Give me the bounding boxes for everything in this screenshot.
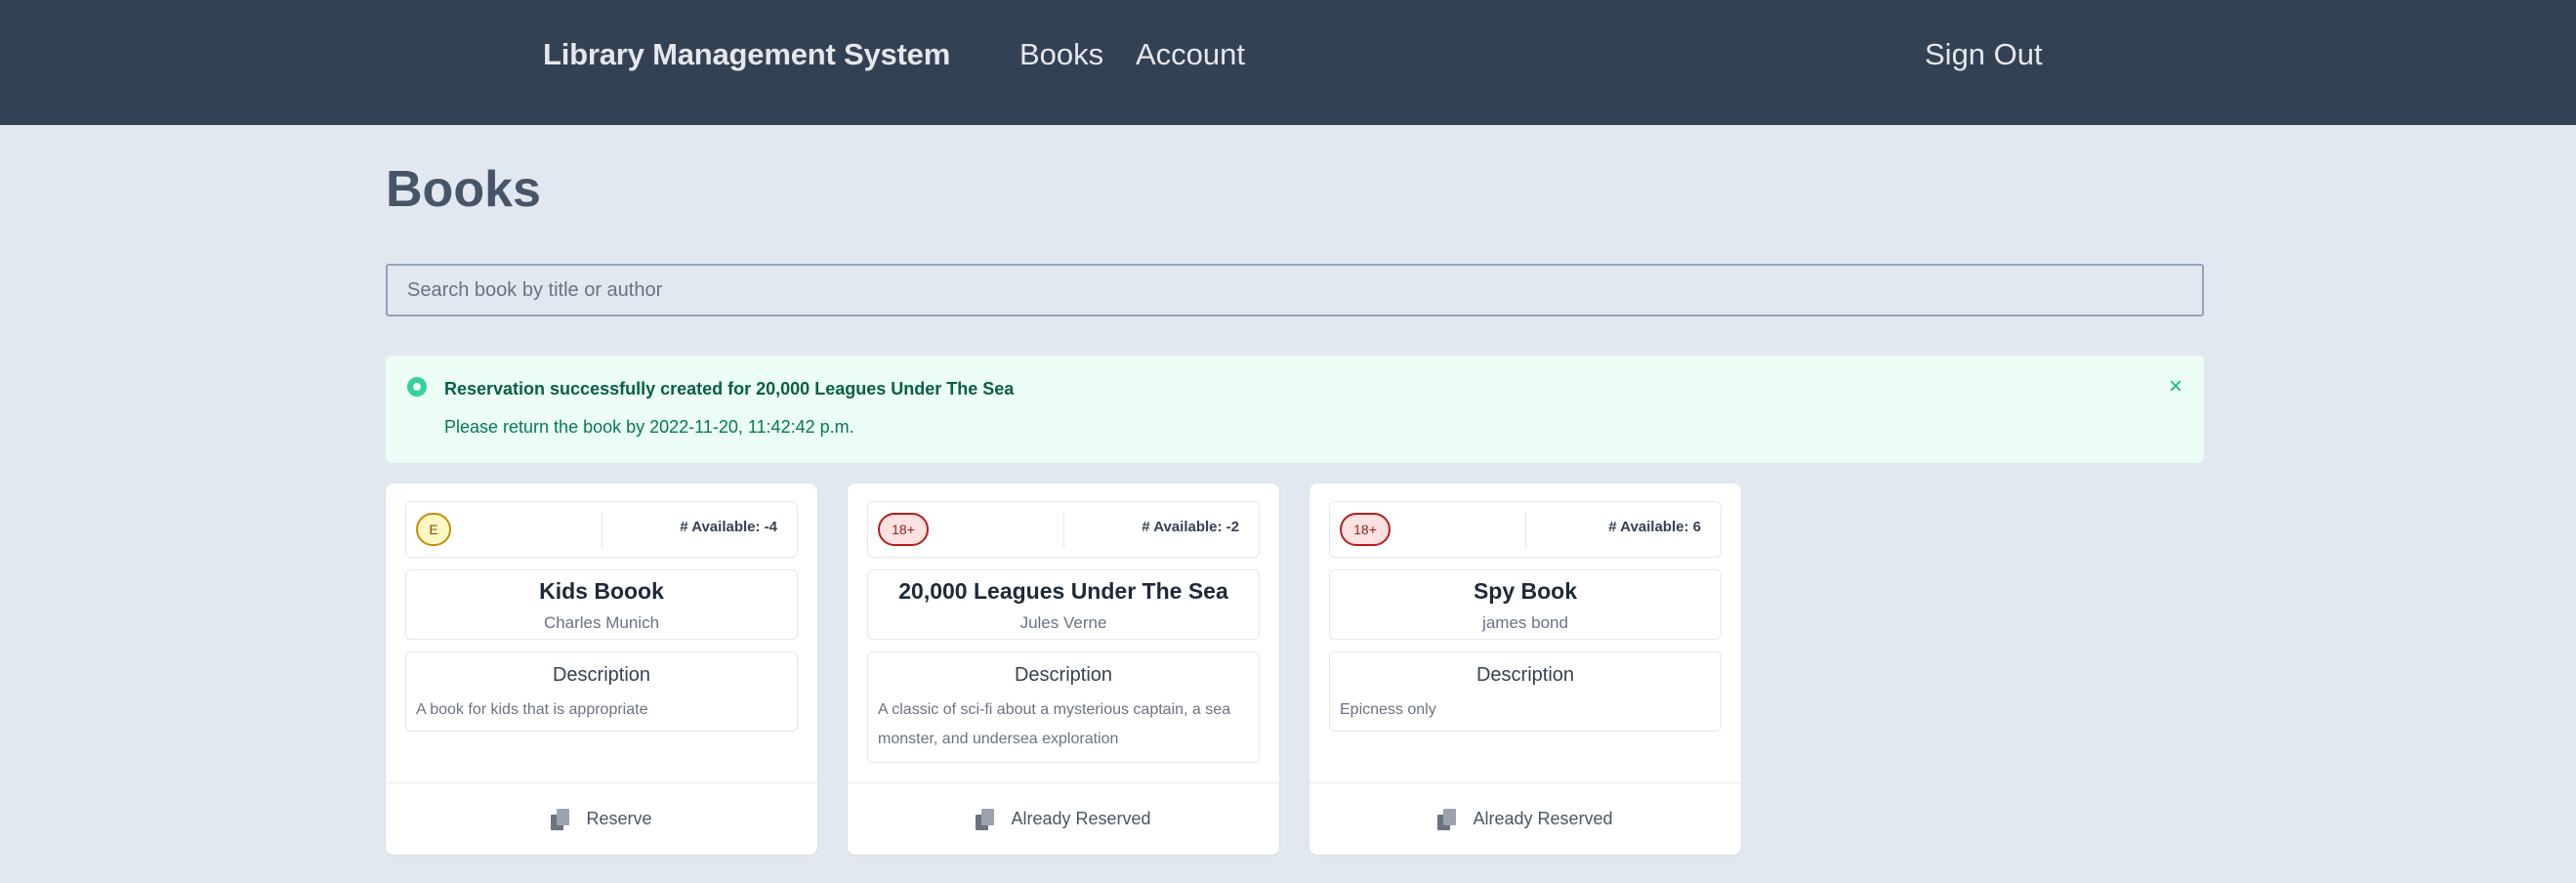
available-count: # Available: -2 <box>1142 519 1239 535</box>
description-text: Epicness only <box>1340 701 1436 718</box>
already-reserved-label: Already Reserved <box>1011 809 1151 828</box>
close-icon[interactable]: × <box>2169 375 2182 399</box>
book-author: Jules Verne <box>1019 613 1107 632</box>
book-author: Charles Munich <box>543 613 660 632</box>
age-rating-badge: 18+ <box>878 513 929 546</box>
description-text: A classic of sci-fi about a mysterious c… <box>878 701 1231 747</box>
book-author: james bond <box>1482 613 1568 632</box>
age-rating-badge: E <box>416 513 451 546</box>
book-info: 20,000 Leagues Under The Sea Jules Verne <box>867 569 1260 640</box>
description-box: Description Epicness only <box>1329 652 1722 732</box>
books-icon <box>976 808 995 830</box>
nav-link-books[interactable]: Books <box>1019 37 1103 72</box>
available-count: # Available: 6 <box>1608 519 1701 535</box>
divider <box>1063 512 1064 549</box>
reserve-label: Reserve <box>586 809 652 828</box>
description-heading: Description <box>552 664 651 686</box>
nav-link-account[interactable]: Account <box>1136 37 1245 72</box>
page-title: Books <box>386 161 541 218</box>
check-circle-icon <box>407 377 427 397</box>
book-card: 18+ # Available: 6 Spy Book james bond D… <box>1309 484 1741 855</box>
description-heading: Description <box>1014 664 1113 686</box>
book-card: 18+ # Available: -2 20,000 Leagues Under… <box>848 484 1279 855</box>
book-title: 20,000 Leagues Under The Sea <box>898 578 1228 604</box>
books-icon <box>551 808 570 830</box>
alert-title: Reservation successfully created for 20,… <box>444 379 1015 399</box>
book-title: Kids Boook <box>539 578 664 604</box>
alert-message: Please return the book by 2022-11-20, 11… <box>444 417 854 437</box>
book-title: Spy Book <box>1473 578 1578 604</box>
description-box: Description A book for kids that is appr… <box>405 652 798 732</box>
search-input[interactable] <box>386 264 2204 316</box>
app-brand[interactable]: Library Management System <box>543 37 950 72</box>
description-heading: Description <box>1475 664 1575 686</box>
book-info: Kids Boook Charles Munich <box>405 569 798 640</box>
reserve-button[interactable]: Reserve <box>386 782 817 855</box>
card-header: 18+ # Available: -2 <box>867 501 1260 558</box>
already-reserved-button[interactable]: Already Reserved <box>848 782 1279 855</box>
success-alert: Reservation successfully created for 20,… <box>386 356 2204 463</box>
description-text: A book for kids that is appropriate <box>416 701 648 718</box>
sign-out-link[interactable]: Sign Out <box>1925 37 2043 72</box>
available-count: # Available: -4 <box>680 519 777 535</box>
book-info: Spy Book james bond <box>1329 569 1722 640</box>
top-navbar: Library Management System Books Account … <box>0 0 2576 125</box>
card-header: 18+ # Available: 6 <box>1329 501 1722 558</box>
age-rating-badge: 18+ <box>1340 513 1391 546</box>
books-icon <box>1437 808 1457 830</box>
already-reserved-button[interactable]: Already Reserved <box>1309 782 1741 855</box>
divider <box>1525 512 1526 549</box>
already-reserved-label: Already Reserved <box>1473 809 1613 828</box>
book-card: E # Available: -4 Kids Boook Charles Mun… <box>386 484 817 855</box>
description-box: Description A classic of sci-fi about a … <box>867 652 1260 763</box>
card-header: E # Available: -4 <box>405 501 798 558</box>
